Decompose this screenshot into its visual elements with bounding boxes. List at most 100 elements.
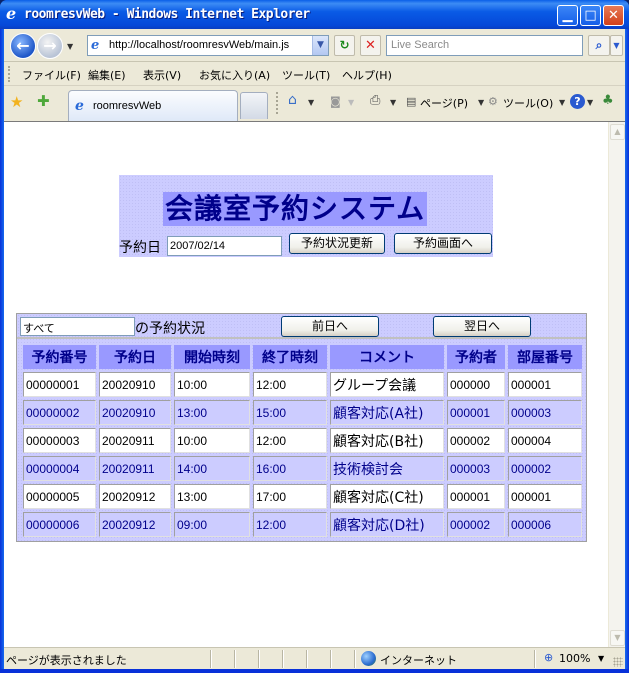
status-separator (210, 650, 212, 668)
browser-window: e roomresvWeb - Windows Internet Explore… (0, 0, 629, 673)
home-dropdown-icon[interactable]: ▼ (306, 95, 314, 108)
back-button[interactable]: ← (10, 33, 36, 59)
cell-comment: 顧客対応(D社) (330, 512, 444, 537)
table-row: 00000002 20020910 13:00 15:00 顧客対応(A社) 000001… (23, 400, 582, 425)
date-input[interactable]: 2007/02/14 (167, 236, 282, 256)
cell-reservation-no: 00000001 (23, 372, 96, 397)
status-separator (330, 650, 332, 668)
cell-reservation-no: 00000006 (23, 512, 96, 537)
print-dropdown-icon[interactable]: ▼ (388, 95, 396, 108)
security-zone-label[interactable]: インターネット (380, 652, 457, 668)
tab-label: roomresvWeb (93, 100, 162, 112)
menu-help[interactable]: ヘルプ(H) (342, 67, 392, 83)
help-icon[interactable]: ? (570, 94, 585, 109)
search-button[interactable]: ⌕ (588, 35, 610, 56)
stop-button[interactable]: ✕ (360, 35, 381, 56)
status-separator (258, 650, 260, 668)
address-bar: ← → ▼ e http://localhost/roomresvWeb/mai… (4, 29, 625, 62)
tools-dropdown-icon[interactable]: ▼ (557, 95, 565, 108)
refresh-button[interactable]: ↻ (334, 35, 355, 56)
url-text[interactable]: http://localhost/roomresvWeb/main.js (109, 39, 309, 51)
status-separator (306, 650, 308, 668)
status-bar: ページが表示されました インターネット ⊕ 100% ▼ (4, 647, 625, 669)
cell-end-time: 12:00 (253, 428, 327, 453)
cell-date: 20020911 (99, 428, 171, 453)
menu-view[interactable]: 表示(V) (143, 67, 181, 83)
cell-end-time: 17:00 (253, 484, 327, 509)
feeds-dropdown-icon[interactable]: ▼ (346, 95, 354, 108)
close-button[interactable]: ✕ (603, 5, 624, 26)
column-header-end-time: 終了時刻 (253, 345, 327, 369)
date-label: 予約日 (119, 240, 161, 256)
tab-roomresvweb[interactable]: e roomresvWeb (68, 90, 238, 121)
table-row: 00000005 20020912 13:00 17:00 顧客対応(C社) 000001… (23, 484, 582, 509)
scope-input[interactable]: すべて (20, 317, 135, 336)
new-tab-button[interactable] (240, 92, 268, 119)
cell-reserver: 000002 (447, 512, 505, 537)
tools-gear-icon[interactable]: ⚙ (488, 95, 498, 108)
cell-end-time: 12:00 (253, 372, 327, 397)
help-dropdown-icon[interactable]: ▼ (585, 95, 593, 108)
menu-grip (8, 66, 10, 82)
page-icon[interactable]: ▤ (406, 95, 416, 108)
cell-room-no: 000002 (508, 456, 582, 481)
go-to-reservation-button[interactable]: 予約画面へ (394, 233, 492, 254)
zoom-level[interactable]: 100% (559, 652, 590, 665)
next-day-button[interactable]: 翌日へ (433, 316, 531, 337)
favorites-center-icon[interactable]: ★ (10, 93, 23, 111)
scroll-up-button[interactable]: ▲ (610, 124, 625, 140)
cell-end-time: 12:00 (253, 512, 327, 537)
window-frame-right (625, 29, 629, 673)
column-header-comment: コメント (330, 345, 444, 369)
page-icon: e (91, 38, 100, 53)
history-dropdown-icon[interactable]: ▼ (67, 42, 73, 51)
page-menu[interactable]: ページ(P) (420, 95, 468, 111)
page-dropdown-icon[interactable]: ▼ (476, 95, 484, 108)
cell-comment: 技術検討会 (330, 456, 444, 481)
table-header-row: 予約番号 予約日 開始時刻 終了時刻 コメント 予約者 部屋番号 (23, 345, 582, 369)
menu-favorites[interactable]: お気に入り(A) (199, 67, 270, 83)
toolbar-separator (276, 92, 278, 114)
cell-reserver: 000001 (447, 400, 505, 425)
page-content: 会議室予約システム 予約日 2007/02/14 予約状況更新 予約画面へ すべ… (4, 121, 625, 647)
table-row: 00000004 20020911 14:00 16:00 技術検討会 000003 000… (23, 456, 582, 481)
tools-menu[interactable]: ツール(O) (503, 95, 553, 111)
cell-room-no: 000001 (508, 484, 582, 509)
status-message: ページが表示されました (6, 654, 127, 667)
zoom-dropdown-icon[interactable]: ▼ (598, 654, 604, 663)
system-header-panel: 会議室予約システム 予約日 2007/02/14 予約状況更新 予約画面へ (119, 175, 493, 257)
print-icon[interactable]: ⎙ (370, 93, 380, 108)
previous-day-button[interactable]: 前日へ (281, 316, 379, 337)
cell-date: 20020912 (99, 512, 171, 537)
search-options-dropdown[interactable]: ▼ (610, 35, 623, 56)
cell-end-time: 16:00 (253, 456, 327, 481)
cell-end-time: 15:00 (253, 400, 327, 425)
research-icon[interactable]: ♣ (602, 93, 614, 108)
cell-room-no: 000003 (508, 400, 582, 425)
menu-edit[interactable]: 編集(E) (88, 67, 126, 83)
search-input[interactable]: Live Search (386, 35, 583, 56)
update-status-button[interactable]: 予約状況更新 (289, 233, 385, 254)
column-header-date: 予約日 (99, 345, 171, 369)
maximize-button[interactable]: □ (580, 5, 601, 26)
cell-comment: 顧客対応(B社) (330, 428, 444, 453)
home-icon[interactable]: ⌂ (288, 92, 297, 108)
window-title: roomresvWeb - Windows Internet Explorer (24, 7, 310, 22)
minimize-button[interactable]: ▁ (557, 5, 578, 26)
zoom-magnifier-icon: ⊕ (544, 651, 554, 664)
menu-tools[interactable]: ツール(T) (282, 67, 330, 83)
scroll-down-button[interactable]: ▼ (610, 630, 625, 646)
cell-comment: 顧客対応(A社) (330, 400, 444, 425)
url-field[interactable]: e http://localhost/roomresvWeb/main.js ▼ (87, 35, 329, 56)
cell-start-time: 10:00 (174, 372, 250, 397)
reservation-status-panel: すべて の予約状況 前日へ 翌日へ 予約番号 予約日 開始時刻 終了時刻 コメン… (16, 313, 587, 542)
add-favorites-icon[interactable]: ✚ (37, 92, 50, 110)
feeds-icon[interactable]: ◙ (330, 95, 341, 108)
menu-file[interactable]: ファイル(F) (22, 67, 81, 83)
vertical-scrollbar[interactable]: ▲ ▼ (608, 122, 625, 647)
cell-room-no: 000006 (508, 512, 582, 537)
resize-grip[interactable] (613, 657, 623, 667)
url-dropdown-icon[interactable]: ▼ (312, 36, 328, 55)
forward-button[interactable]: → (37, 33, 63, 59)
table-row: 00000006 20020912 09:00 12:00 顧客対応(D社) 000002… (23, 512, 582, 537)
